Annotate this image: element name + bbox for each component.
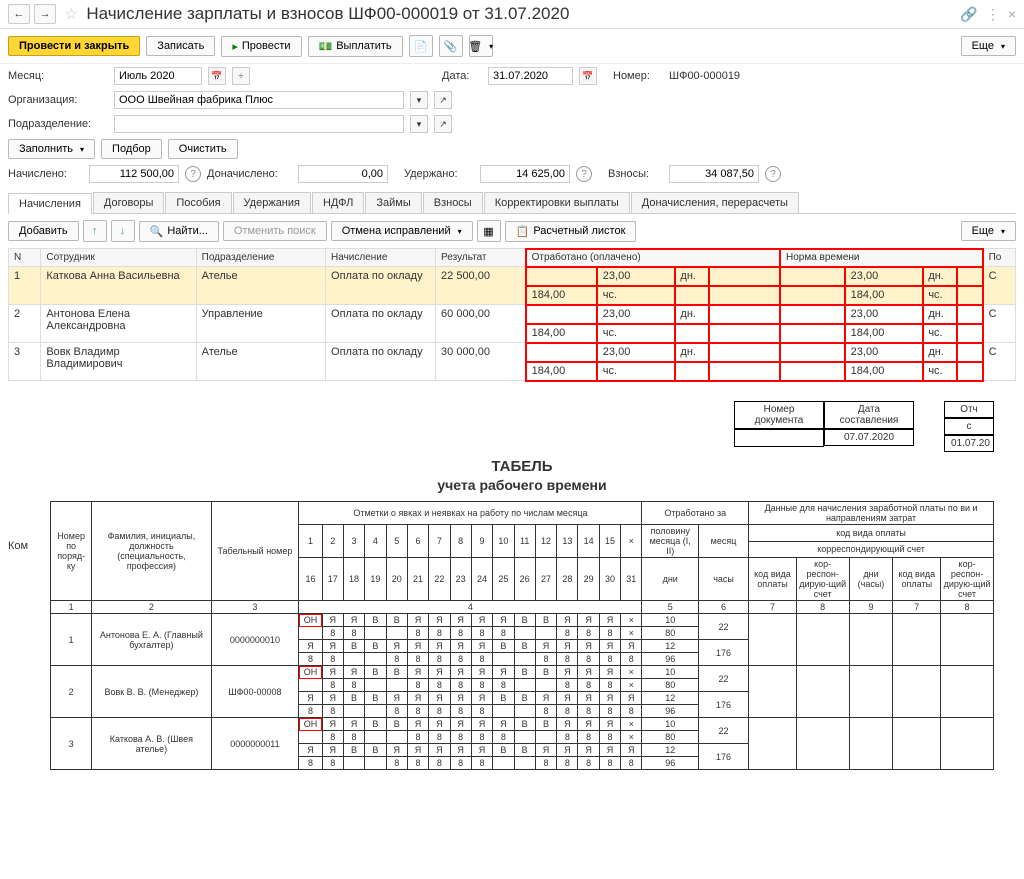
- tab-8[interactable]: Доначисления, перерасчеты: [631, 192, 799, 213]
- tab-0[interactable]: Начисления: [8, 193, 92, 214]
- tab-6[interactable]: Взносы: [423, 192, 483, 213]
- tab-4[interactable]: НДФЛ: [312, 192, 364, 213]
- recycle-button[interactable]: 🗑: [469, 35, 493, 57]
- open-icon[interactable]: ↗: [434, 115, 452, 133]
- clear-button[interactable]: Очистить: [168, 139, 238, 159]
- more-button[interactable]: Еще: [961, 36, 1016, 56]
- accruals-table[interactable]: N Сотрудник Подразделение Начисление Рез…: [8, 248, 1016, 381]
- report-button[interactable]: 📄: [409, 35, 433, 57]
- fill-button[interactable]: Заполнить: [8, 139, 95, 159]
- contrib-value: [669, 165, 759, 183]
- dd-icon[interactable]: ▾: [410, 91, 428, 109]
- month-input[interactable]: [114, 67, 202, 85]
- more-button[interactable]: Еще: [961, 221, 1016, 241]
- docnum-label: Номер документа: [734, 401, 824, 429]
- addaccr-value: [298, 165, 388, 183]
- attach-button[interactable]: 📎: [439, 35, 463, 57]
- cancel-search-button: Отменить поиск: [223, 221, 327, 241]
- tab-2[interactable]: Пособия: [165, 192, 231, 213]
- up-button[interactable]: ↑: [83, 220, 107, 242]
- addaccr-label: Доначислено:: [207, 168, 292, 180]
- conduct-button[interactable]: ▸Провести: [221, 36, 301, 57]
- close-icon[interactable]: ×: [1008, 6, 1016, 22]
- select-button[interactable]: Подбор: [101, 139, 162, 159]
- date-input[interactable]: [488, 67, 573, 85]
- docdate-value: 07.07.2020: [824, 429, 914, 446]
- find-button[interactable]: 🔍Найти...: [139, 221, 219, 242]
- tab-3[interactable]: Удержания: [233, 192, 311, 213]
- payslip-button[interactable]: 📋Расчетный листок: [505, 221, 637, 242]
- grid-settings-button[interactable]: ▦: [477, 220, 501, 242]
- cal-icon[interactable]: 📅: [208, 67, 226, 85]
- down-button[interactable]: ↓: [111, 220, 135, 242]
- dept-input[interactable]: [114, 115, 404, 133]
- dd-icon[interactable]: ▾: [410, 115, 428, 133]
- page-title: Начисление зарплаты и взносов ШФ00-00001…: [86, 4, 956, 24]
- org-label: Организация:: [8, 94, 108, 106]
- favorite-star-icon[interactable]: ☆: [64, 4, 78, 24]
- contrib-label: Взносы:: [608, 168, 663, 180]
- cancel-corr-button[interactable]: Отмена исправлений: [331, 221, 473, 241]
- docdate-label: Дата составления: [824, 401, 914, 429]
- tabs: НачисленияДоговорыПособияУдержанияНДФЛЗа…: [8, 192, 1016, 214]
- accrued-value: [89, 165, 179, 183]
- tab-5[interactable]: Займы: [365, 192, 421, 213]
- period-label: Отч: [944, 401, 994, 418]
- write-button[interactable]: Записать: [146, 36, 215, 56]
- comment-label: Ком: [8, 540, 28, 552]
- number-value: ШФ00-000019: [669, 70, 740, 82]
- help-icon[interactable]: ?: [765, 166, 781, 182]
- month-label: Месяц:: [8, 70, 108, 82]
- tab-1[interactable]: Договоры: [93, 192, 164, 213]
- timesheet-table: Номер по поряд-ку Фамилия, инициалы, дол…: [50, 501, 994, 770]
- sheet-subtitle: учета рабочего времени: [50, 477, 994, 493]
- sheet-title: ТАБЕЛЬ: [50, 458, 994, 475]
- help-icon[interactable]: ?: [576, 166, 592, 182]
- org-input[interactable]: [114, 91, 404, 109]
- number-label: Номер:: [613, 70, 663, 82]
- nav-back[interactable]: ←: [8, 4, 30, 24]
- more-icon[interactable]: ⋮: [986, 6, 1000, 23]
- link-icon[interactable]: 🔗: [960, 6, 977, 23]
- spin-icon[interactable]: ÷: [232, 67, 250, 85]
- date-label: Дата:: [442, 70, 482, 82]
- conduct-close-button[interactable]: Провести и закрыть: [8, 36, 140, 56]
- withheld-value: [480, 165, 570, 183]
- cal-icon[interactable]: 📅: [579, 67, 597, 85]
- withheld-label: Удержано:: [404, 168, 474, 180]
- add-button[interactable]: Добавить: [8, 221, 79, 241]
- accrued-label: Начислено:: [8, 168, 83, 180]
- dept-label: Подразделение:: [8, 118, 108, 130]
- nav-forward[interactable]: →: [34, 4, 56, 24]
- tab-7[interactable]: Корректировки выплаты: [484, 192, 630, 213]
- open-icon[interactable]: ↗: [434, 91, 452, 109]
- pay-button[interactable]: 💵Выплатить: [308, 36, 403, 57]
- help-icon[interactable]: ?: [185, 166, 201, 182]
